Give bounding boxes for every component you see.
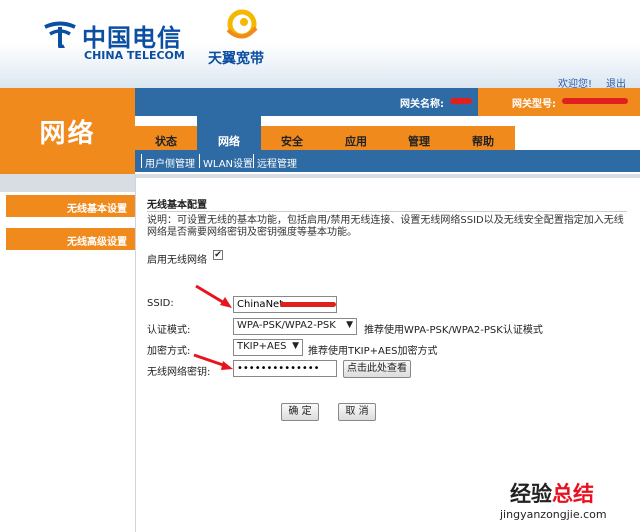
header: 中国电信 CHINA TELECOM 天翼宽带 欢迎您! 退出 [0,0,640,90]
encryption-select[interactable]: TKIP+AES ▼ [233,339,303,356]
watermark-url: jingyanzongjie.com [500,508,607,521]
telecom-logo-icon [44,21,76,48]
ssid-label: SSID: [147,298,174,309]
enable-wireless-label: 启用无线网络 [147,255,207,266]
logo-cn-text: 中国电信 [82,24,182,52]
sidebar-item-wireless-advanced[interactable]: 无线高级设置 [6,228,135,250]
tianyi-sun-icon [226,9,258,39]
tab-management[interactable]: 管理 [408,133,430,149]
gateway-name-label: 网关名称: [400,99,444,110]
content-top-line [136,174,640,178]
redacted-gateway-type [562,98,628,104]
tab-security[interactable]: 安全 [281,133,303,149]
dropdown-arrow-icon: ▼ [292,341,299,351]
ok-button[interactable]: 确 定 [281,403,319,421]
section-title-block: 网络 [0,88,135,174]
encryption-value: TKIP+AES [237,341,287,352]
redacted-gateway-name [450,98,472,104]
sub-navigation: 用户侧管理 WLAN设置 远程管理 [135,150,640,172]
brand-text: 天翼宽带 [208,51,264,67]
main-tabs: 状态 网络 安全 应用 管理 帮助 [135,116,640,150]
form-title-divider [147,211,627,212]
show-key-button[interactable]: 点击此处查看 [343,360,411,378]
tab-network[interactable]: 网络 [218,133,240,149]
redacted-ssid [280,302,336,307]
form-description: 说明：可设置无线的基本功能，包括启用/禁用无线连接、设置无线网络SSID以及无线… [147,215,624,238]
enable-wireless-checkbox[interactable]: ✔ [213,250,223,260]
auth-mode-select[interactable]: WPA-PSK/WPA2-PSK ▼ [233,318,357,335]
dropdown-arrow-icon: ▼ [346,320,353,330]
subnav-wlan-settings[interactable]: WLAN设置 [203,155,253,170]
subnav-separator [199,154,200,168]
left-gray-band [0,174,135,192]
sidebar-item-wireless-basic[interactable]: 无线基本设置 [6,195,135,217]
watermark: 经验总结 jingyanzongjie.com [500,478,635,528]
wireless-key-input[interactable] [233,360,337,377]
subnav-separator [141,154,142,168]
watermark-title: 经验总结 [510,482,594,506]
tab-help[interactable]: 帮助 [472,133,494,149]
auth-mode-value: WPA-PSK/WPA2-PSK [237,320,336,331]
auth-mode-label: 认证模式: [147,325,191,336]
wireless-key-label: 无线网络密钥: [147,367,211,378]
tab-status[interactable]: 状态 [155,133,177,149]
gateway-type-label: 网关型号: [512,99,556,110]
subnav-user-side[interactable]: 用户侧管理 [145,155,195,170]
tab-bar-bg [135,126,515,150]
auth-mode-hint: 推荐使用WPA-PSK/WPA2-PSK认证模式 [364,325,543,336]
logo-en-text: CHINA TELECOM [84,49,185,62]
tab-application[interactable]: 应用 [345,133,367,149]
annotation-arrow-ssid [195,284,232,308]
subnav-remote[interactable]: 远程管理 [257,155,297,170]
form-title: 无线基本配置 [147,200,207,211]
cancel-button[interactable]: 取 消 [338,403,376,421]
subnav-separator [253,154,254,168]
sidebar-divider [135,174,136,532]
encryption-label: 加密方式: [147,346,191,357]
encryption-hint: 推荐使用TKIP+AES加密方式 [308,346,438,357]
tianyi-broadband-logo: 天翼宽带 [208,8,280,68]
section-title: 网络 [39,119,96,149]
